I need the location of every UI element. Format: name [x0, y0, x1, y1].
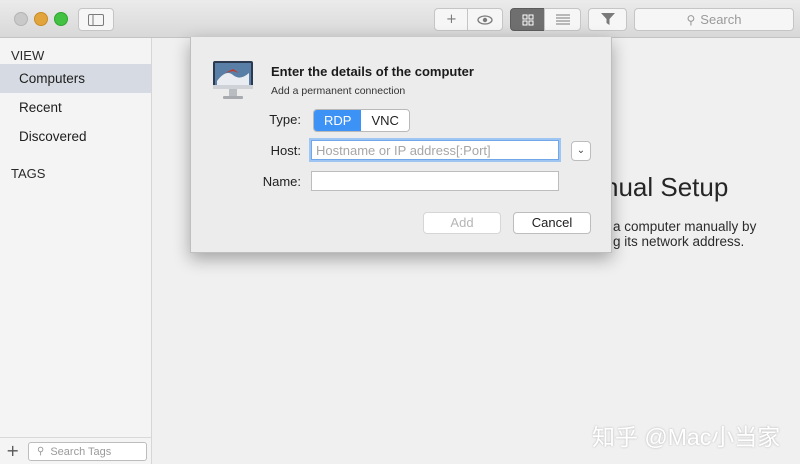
host-placeholder: Hostname or IP address[:Port]: [316, 143, 491, 158]
add-computer-button[interactable]: +: [434, 8, 469, 31]
host-field[interactable]: Hostname or IP address[:Port]: [311, 140, 559, 160]
type-option-rdp[interactable]: RDP: [314, 110, 362, 131]
filter-button[interactable]: [588, 8, 627, 31]
window-toolbar: + ⚲ Search: [0, 0, 800, 38]
description-line: g its network address.: [613, 234, 745, 249]
add-computer-sheet: Enter the details of the computer Add a …: [190, 37, 612, 253]
sidebar-icon: [88, 13, 104, 26]
add-tag-button[interactable]: +: [6, 441, 19, 460]
type-segmented-control: RDP VNC: [313, 109, 410, 132]
list-view-button[interactable]: [544, 8, 581, 31]
type-option-vnc[interactable]: VNC: [361, 110, 409, 131]
search-icon: ⚲: [686, 12, 696, 27]
host-label: Host:: [270, 143, 301, 158]
preview-button[interactable]: [467, 8, 503, 31]
sidebar-item-label: Discovered: [19, 129, 87, 144]
view-section-header: VIEW: [11, 48, 45, 63]
watermark-text: 知乎 @Mac小当家: [592, 424, 781, 450]
search-placeholder: Search: [700, 12, 742, 27]
tag-search-input[interactable]: ⚲ Search Tags: [28, 442, 147, 461]
sidebar-footer: + ⚲ Search Tags: [0, 437, 151, 464]
dialog-subtitle: Add a permanent connection: [271, 85, 406, 97]
type-label: Type:: [269, 112, 301, 127]
grid-icon: [522, 14, 534, 25]
name-field[interactable]: [311, 171, 559, 191]
search-icon: ⚲: [37, 446, 45, 457]
list-icon: [555, 14, 570, 25]
cancel-button[interactable]: Cancel: [513, 212, 591, 234]
toggle-sidebar-button[interactable]: [78, 8, 114, 31]
host-history-dropdown[interactable]: ⌄: [571, 141, 591, 161]
close-window-button[interactable]: [14, 12, 28, 26]
dialog-title: Enter the details of the computer: [271, 64, 474, 79]
sidebar-item-discovered[interactable]: Discovered: [0, 122, 151, 151]
tag-search-placeholder: Search Tags: [50, 445, 112, 458]
plus-icon: +: [446, 12, 457, 27]
sidebar-item-computers[interactable]: Computers: [0, 64, 151, 93]
empty-state-description: a computer manually by g its network add…: [613, 219, 756, 249]
minimize-window-button[interactable]: [34, 12, 48, 26]
eye-icon: [477, 14, 493, 25]
zoom-window-button[interactable]: [54, 12, 68, 26]
search-input[interactable]: ⚲ Search: [634, 8, 794, 31]
grid-view-button[interactable]: [510, 8, 546, 31]
name-label: Name:: [262, 174, 301, 189]
sidebar-item-label: Recent: [19, 100, 62, 115]
funnel-icon: [600, 13, 615, 25]
sidebar-item-recent[interactable]: Recent: [0, 93, 151, 122]
chevron-down-icon: ⌄: [576, 145, 586, 156]
sidebar: VIEW Computers Recent Discovered TAGS + …: [0, 38, 152, 464]
imac-icon: [213, 61, 253, 99]
tags-section-header: TAGS: [11, 166, 46, 181]
sidebar-item-label: Computers: [19, 71, 86, 86]
empty-state-title: nual Setup: [604, 172, 729, 202]
description-line: a computer manually by: [613, 219, 757, 234]
add-button[interactable]: Add: [423, 212, 501, 234]
